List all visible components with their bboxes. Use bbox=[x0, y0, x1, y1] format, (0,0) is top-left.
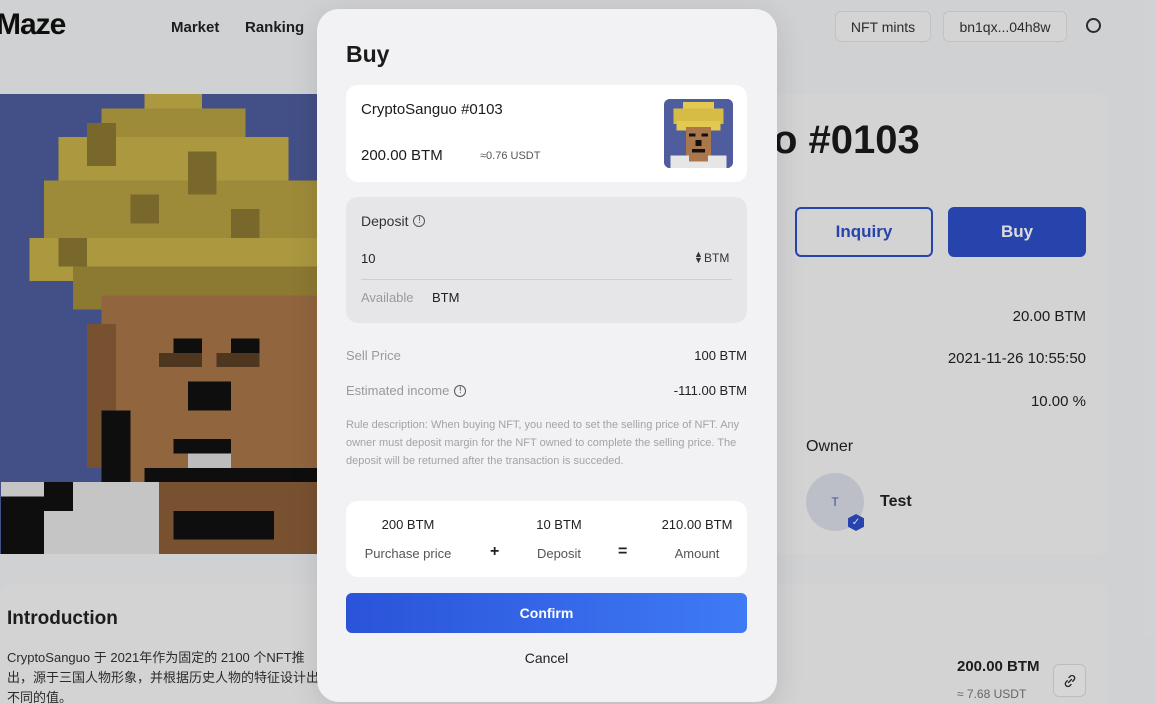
purchase-price-label: Purchase price bbox=[364, 546, 452, 561]
item-price: 200.00 BTM bbox=[361, 147, 443, 164]
deposit-box: Deposit ! ▲▼ BTM Available BTM bbox=[346, 197, 747, 323]
item-card: CryptoSanguo #0103 200.00 BTM ≈0.76 USDT bbox=[346, 85, 747, 182]
estimated-income-text: Estimated income bbox=[346, 383, 450, 398]
estimated-income-label: Estimated income ! bbox=[346, 383, 467, 398]
deposit-input[interactable] bbox=[361, 246, 661, 270]
sell-price-value: 100 BTM bbox=[694, 348, 747, 363]
info-icon[interactable]: ! bbox=[413, 215, 426, 227]
available-label: Available bbox=[361, 290, 414, 305]
plus-icon: + bbox=[490, 543, 500, 560]
amount-value: 210.00 BTM bbox=[661, 517, 733, 532]
cancel-button[interactable]: Cancel bbox=[346, 647, 747, 669]
deposit-column: 10 BTM Deposit bbox=[511, 517, 607, 561]
buy-modal: Buy CryptoSanguo #0103 200.00 BTM ≈0.76 … bbox=[317, 9, 777, 702]
purchase-price-value: 200 BTM bbox=[381, 517, 435, 532]
spinner-icon[interactable]: ▲ ▼ bbox=[694, 250, 703, 265]
item-thumbnail bbox=[664, 99, 733, 168]
estimated-income-value: -111.00 BTM bbox=[673, 383, 747, 398]
rule-description: Rule description: When buying NFT, you n… bbox=[346, 419, 740, 467]
equals-icon: = bbox=[618, 543, 628, 560]
purchase-price-column: 200 BTM Purchase price bbox=[346, 517, 470, 561]
divider bbox=[361, 279, 732, 280]
deposit-unit: BTM bbox=[704, 251, 730, 265]
item-name: CryptoSanguo #0103 bbox=[361, 101, 503, 118]
info-icon[interactable]: ! bbox=[454, 384, 467, 397]
deposit-label: Deposit ! bbox=[361, 213, 426, 229]
modal-title: Buy bbox=[346, 41, 390, 67]
available-unit: BTM bbox=[432, 290, 460, 305]
confirm-button[interactable]: Confirm bbox=[346, 593, 747, 633]
amount-column: 210.00 BTM Amount bbox=[644, 517, 750, 561]
deposit-sum-label: Deposit bbox=[536, 546, 582, 561]
deposit-sum-value: 10 BTM bbox=[536, 517, 582, 532]
deposit-label-text: Deposit bbox=[361, 213, 409, 229]
item-usdt: ≈0.76 USDT bbox=[480, 150, 541, 162]
sell-price-label: Sell Price bbox=[346, 348, 401, 363]
amount-label: Amount bbox=[674, 546, 720, 561]
price-summary: 200 BTM Purchase price + 10 BTM Deposit … bbox=[346, 501, 747, 577]
